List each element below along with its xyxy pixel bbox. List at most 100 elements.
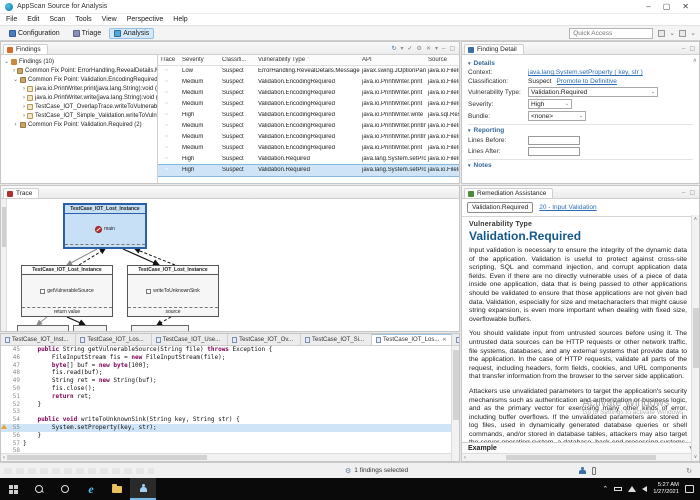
maximize-button[interactable]: ▢ — [663, 0, 671, 14]
remediation-vertical-scrollbar[interactable]: ∧ ∨ — [691, 215, 699, 461]
tab-trace[interactable]: Trace — [3, 188, 39, 198]
editor-horizontal-scrollbar[interactable]: ‹ — [1, 453, 451, 461]
reporting-section-header[interactable]: ▾ Reporting — [468, 127, 693, 134]
finding-row[interactable]: High Suspect Validation.Required java.la… — [158, 165, 459, 176]
finding-row[interactable]: Medium Suspect Validation.EncodingRequir… — [158, 77, 459, 88]
code-line[interactable]: 57} — [1, 440, 459, 448]
file-explorer-button[interactable] — [104, 478, 130, 500]
code-line[interactable]: 45 public String getVulnerableSource(Str… — [1, 346, 459, 354]
col-vulnerability-type[interactable]: Vulnerability Typeˆ — [256, 57, 360, 63]
link-trace-icon[interactable]: ↻ — [391, 45, 396, 52]
bundle-select[interactable]: <none> ⌄ — [528, 111, 586, 121]
col-api[interactable]: API — [360, 57, 426, 63]
appscan-taskbar-button[interactable] — [130, 478, 156, 500]
code-line[interactable]: 52 } — [1, 401, 459, 409]
code-line[interactable]: 55 System.setProperty(key, str); — [1, 424, 459, 432]
caret-icon[interactable]: ⌄ — [669, 29, 675, 37]
tab-remediation-assistance[interactable]: Remediation Assistance — [464, 188, 553, 198]
trace-node-main[interactable]: TestCase_IOT_Lost_Instance main — [63, 203, 147, 249]
finding-row[interactable]: High Suspect Validation.Required java.la… — [158, 154, 459, 165]
vulnerability-type-select[interactable]: Validation.Required ⌄ — [528, 87, 658, 97]
lines-before-input[interactable] — [528, 136, 580, 145]
maximize-view-icon[interactable]: ▢ — [689, 45, 695, 52]
tree-item[interactable]: › java.io.PrintWriter.write(java.lang.St… — [3, 93, 157, 102]
scrollbar-thumb[interactable] — [693, 308, 699, 368]
finding-row[interactable]: High Suspect Validation.EncodingRequired… — [158, 110, 459, 121]
tree-item[interactable]: › Common Fix Point: Validation.Required … — [3, 120, 157, 129]
minimize-button[interactable]: – — [646, 0, 650, 14]
tree-expander-icon[interactable]: ⌄ — [13, 76, 18, 83]
scroll-left-icon[interactable]: ‹ — [3, 455, 5, 461]
trace-node-partial[interactable] — [131, 325, 189, 331]
scrollbar-thumb[interactable] — [506, 455, 656, 460]
trace-node-partial[interactable] — [73, 325, 107, 331]
trace-node-sink[interactable]: TestCase_IOT_Lost_Instance writeToUnknow… — [127, 265, 219, 317]
code-line[interactable]: 48 fis.read(buf); — [1, 369, 459, 377]
code-line[interactable]: 46 FileInputStream fis = new FileInputSt… — [1, 354, 459, 362]
finding-row[interactable]: Medium Suspect Validation.EncodingRequir… — [158, 99, 459, 110]
tab-finding-detail[interactable]: Finding Detail — [464, 44, 524, 54]
start-button[interactable] — [0, 478, 26, 500]
network-icon[interactable] — [628, 486, 636, 492]
code-line[interactable]: 49 String ret = new String(buf); — [1, 377, 459, 385]
editor-tab[interactable]: TestCase_IOT_Inst... — [1, 334, 76, 345]
close-button[interactable]: ✕ — [682, 0, 689, 14]
quick-access-input[interactable] — [569, 28, 653, 39]
perspective-button[interactable]: Analysis — [109, 28, 154, 39]
col-source[interactable]: Source — [426, 57, 459, 63]
editor-tab[interactable]: TestCase_IOT_Si... — [301, 334, 372, 345]
delete-icon[interactable]: ✕ — [426, 45, 431, 52]
editor-tab[interactable]: TestCase_IOT_Use... — [152, 334, 228, 345]
code-line[interactable]: 47 byte[] buf = new byte[100]; — [1, 362, 459, 370]
scroll-down-icon[interactable]: ∨ — [694, 454, 698, 460]
minimize-view-icon[interactable]: – — [442, 46, 445, 52]
editor-tab[interactable]: TestCase_IOT_Los... — [76, 334, 151, 345]
tree-item[interactable]: › TestCase_IOT_OverlapTrace.writeToVulne… — [3, 102, 157, 111]
task-view-button[interactable] — [52, 478, 78, 500]
editor-tab[interactable]: TestCase_IOT_Los... ✕ — [372, 334, 452, 345]
details-section-header[interactable]: ▾ Details — [468, 60, 693, 67]
tree-item[interactable]: ⌄ Common Fix Point: Validation.EncodingR… — [3, 75, 157, 84]
attachment-icon[interactable]: ↻ — [686, 467, 692, 475]
menu-item[interactable]: Help — [173, 16, 187, 23]
device-icon[interactable] — [592, 467, 596, 475]
finding-row[interactable]: Medium Suspect Validation.EncodingRequir… — [158, 88, 459, 99]
scroll-up-icon[interactable]: ∧ — [694, 216, 698, 222]
tray-expand-icon[interactable]: ⌃ — [602, 485, 608, 493]
finding-row[interactable]: Medium Suspect Validation.EncodingRequir… — [158, 121, 459, 132]
taskbar-clock[interactable]: 5:27 AM 1/27/2021 — [653, 482, 679, 496]
filter-icon[interactable]: ▾ — [401, 45, 404, 52]
lines-after-input[interactable] — [528, 147, 580, 156]
tree-item[interactable]: ⌄ Findings (10) — [3, 57, 157, 66]
notes-section-header[interactable]: ▾ Notes — [468, 162, 693, 169]
tab-findings[interactable]: Findings — [3, 44, 48, 54]
minimize-view-icon[interactable]: – — [682, 46, 685, 52]
tree-expander-icon[interactable]: › — [13, 122, 18, 128]
menu-item[interactable]: Tools — [75, 16, 91, 23]
minimize-view-icon[interactable]: – — [682, 190, 685, 196]
trace-node-source[interactable]: TestCase_IOT_Lost_Instance getVulnerable… — [21, 265, 113, 317]
check-icon[interactable]: ✓ — [408, 45, 413, 52]
code-line[interactable]: 54 public void writeToUnknownSink(String… — [1, 416, 459, 424]
remediation-horizontal-scrollbar[interactable]: ‹ › — [462, 453, 699, 461]
caret-icon[interactable]: ⌄ — [690, 29, 696, 37]
perspective-button[interactable]: Configuration — [4, 28, 65, 39]
maximize-view-icon[interactable]: ▢ — [689, 189, 695, 196]
open-perspective-icon[interactable] — [658, 30, 665, 37]
view-menu-icon[interactable]: ▾ — [435, 45, 438, 52]
context-link[interactable]: java.lang.System.setProperty ( key, str … — [528, 69, 693, 76]
code-line[interactable]: 51 return ret; — [1, 393, 459, 401]
perspective-button[interactable]: Triage — [68, 28, 107, 39]
tree-expander-icon[interactable]: › — [23, 104, 25, 110]
tree-item[interactable]: › Common Fix Point: ErrorHandling.Reveal… — [3, 66, 157, 75]
col-classification[interactable]: Classifi... — [220, 57, 256, 63]
perspective-switch-icon[interactable] — [679, 30, 686, 37]
action-center-icon[interactable] — [685, 485, 694, 493]
menu-item[interactable]: Edit — [27, 16, 39, 23]
code-line[interactable]: 53 — [1, 408, 459, 416]
close-tab-icon[interactable]: ✕ — [442, 337, 446, 343]
scroll-up-icon[interactable]: ∧ — [693, 57, 697, 64]
editor-tab[interactable]: TestCase_IOT_Los... — [452, 334, 459, 345]
editor-tab[interactable]: TestCase_IOT_Ov... — [228, 334, 301, 345]
tree-item[interactable]: › java.io.PrintWriter.print(java.lang.St… — [3, 84, 157, 93]
